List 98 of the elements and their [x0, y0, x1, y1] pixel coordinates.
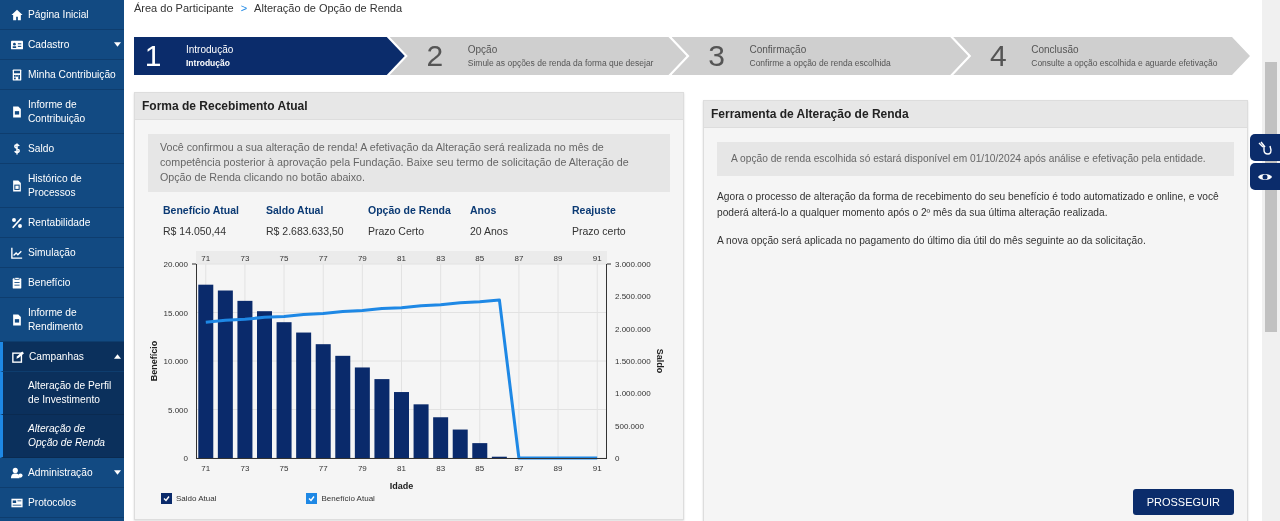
wizard-step[interactable]: 1 Introdução Introdução: [134, 37, 405, 75]
axis-tick-label: 3.000.000: [615, 260, 651, 269]
axis-tick-label: 71: [201, 254, 211, 263]
sidebar-item[interactable]: Página Inicial: [0, 0, 124, 30]
axis-tick-label: 77: [318, 464, 328, 473]
axis-tick-label: 0: [615, 454, 620, 463]
document-icon: [11, 105, 23, 118]
axis-tick-label: 15.000: [163, 308, 188, 318]
axis-tick-label: 89: [553, 464, 563, 473]
column-header: Anos: [470, 204, 498, 216]
sidebar-item[interactable]: Protocolos: [0, 488, 124, 518]
info-message: A opção de renda escolhida só estará disponível em 01/10/2024 após análise e efetivação pela entidade.: [717, 142, 1234, 176]
sidebar-item[interactable]: Histórico de Processos: [0, 164, 124, 208]
visibility-button[interactable]: [1250, 163, 1280, 190]
bar: [472, 443, 488, 458]
axis-tick-label: 20.000: [163, 260, 188, 269]
table-cell-text: R$ 2.683.633,50: [266, 225, 345, 237]
axis-tick-label: 91: [592, 464, 602, 473]
axis-tick-label: 83: [436, 464, 446, 473]
bar: [452, 429, 468, 458]
newspaper-icon: [11, 496, 23, 509]
table-cell-text: R$ 14.050,44: [163, 225, 228, 237]
bar: [413, 404, 429, 458]
axis-tick-label: 89: [553, 254, 563, 263]
sidebar-item[interactable]: Administração: [0, 458, 124, 488]
bar: [433, 417, 449, 458]
percent-icon: [11, 216, 23, 229]
axis-title: Idade: [389, 481, 414, 491]
axis-tick-label: 10.000: [163, 357, 188, 366]
legend-checkbox[interactable]: [161, 493, 172, 504]
axis-tick-label: 2.500.000: [615, 292, 651, 302]
axis-tick-label: 2.000.000: [615, 324, 651, 334]
axis-title: Benefício: [149, 340, 159, 382]
submenu-item[interactable]: Alteração de Opção de Renda: [0, 415, 124, 458]
document-icon: [11, 313, 23, 326]
axis-tick-label: 85: [475, 254, 485, 263]
line-chart-icon: [11, 246, 23, 259]
axis-tick-label: 75: [279, 254, 289, 263]
column-header: Benefício Atual: [163, 204, 241, 216]
card-title: Forma de Recebimento Atual: [135, 93, 683, 120]
axis-tick-label: 87: [514, 254, 524, 263]
paragraph: Agora o processo de alteração da forma de recebimento do seu benefício é todo automatizado e online, e você poderá alterá-lo a qualquer momento após o 2º mês da sua última alteração realizada.: [717, 190, 1220, 220]
axis-tick-label: 87: [514, 464, 524, 473]
sign-language-button[interactable]: [1250, 134, 1280, 161]
axis-tick-label: 1.000.000: [615, 389, 651, 399]
legend-label: Benefício Atual: [321, 494, 375, 503]
sidebar-item[interactable]: Campanhas: [0, 342, 124, 372]
breadcrumb-item[interactable]: Área do Participante: [134, 2, 234, 37]
axis-tick-label: 81: [397, 254, 406, 263]
paragraph: A nova opção será aplicada no pagamento do último dia útil do mês seguinte ao da solicitação.: [717, 234, 1147, 248]
home-icon: [11, 8, 23, 21]
axis-tick-label: 71: [201, 464, 211, 473]
axis-tick-label: 5.000: [167, 405, 188, 415]
column-header: Opção de Renda: [368, 204, 452, 216]
axis-tick-label: 77: [318, 254, 328, 263]
sidebar-item[interactable]: Minha Contribuição: [0, 60, 124, 90]
sidebar-item[interactable]: Saldo: [0, 134, 124, 164]
submenu-item[interactable]: Alteração de Perfil de Investimento: [0, 372, 124, 415]
axis-tick-label: 81: [397, 464, 406, 473]
breadcrumb-separator: >: [240, 2, 248, 16]
sidebar-item[interactable]: Cadastro: [0, 30, 124, 60]
bar: [394, 392, 409, 458]
axis-tick-label: 500.000: [615, 421, 644, 431]
document-icon: [11, 179, 23, 192]
calculator-icon: [11, 68, 23, 81]
table-cell-text: Prazo Certo: [368, 225, 426, 237]
axis-tick-label: 75: [279, 464, 289, 473]
axis-tick-label: 73: [240, 464, 250, 473]
breadcrumb-item: Alteração de Opção de Renda: [254, 2, 403, 16]
proceed-button[interactable]: PROSSEGUIR: [1132, 489, 1234, 515]
sidebar-item[interactable]: Simulação: [0, 238, 124, 268]
wizard-step[interactable]: 3 Confirmação Confirme a opção de renda escolhida: [671, 37, 969, 75]
axis-title: Saldo: [655, 348, 665, 374]
card-title: Ferramenta de Alteração de Renda: [704, 101, 1247, 128]
axis-tick-label: 91: [592, 254, 602, 263]
legend-label: Saldo Atual: [176, 494, 217, 503]
table-cell-text: Prazo certo: [572, 225, 627, 237]
id-card-icon: [11, 38, 23, 51]
info-message: Você confirmou a sua alteração de renda! A efetivação da Alteração será realizada no mês de competência posterior à aprovação pela Fundação. Baixe seu termo de solicitação de Alteração de Opção de Renda clicando no botão abaixo.: [148, 134, 670, 192]
sidebar-item[interactable]: Informe de Contribuição: [0, 90, 124, 134]
axis-tick-label: 79: [357, 464, 367, 473]
axis-tick-label: 83: [436, 254, 446, 263]
axis-tick-label: 73: [240, 254, 250, 263]
clipboard-icon: [11, 276, 23, 289]
sidebar-item[interactable]: Rentabilidade: [0, 208, 124, 238]
dollar-icon: [11, 142, 23, 155]
axis-tick-label: 79: [357, 254, 367, 263]
sidebar-item[interactable]: Benefício: [0, 268, 124, 298]
column-header: Reajuste: [572, 204, 617, 216]
column-header: Saldo Atual: [266, 204, 325, 216]
legend-checkbox[interactable]: [306, 493, 318, 504]
axis-tick-label: 85: [475, 464, 485, 473]
axis-tick-label: 1.500.000: [615, 357, 651, 366]
wizard-step[interactable]: 2 Opção Simule as opções de renda da forma que desejar: [389, 37, 687, 75]
axis-tick-label: 0: [183, 454, 188, 463]
wizard-step[interactable]: 4 Conclusão Consulte a opção escolhida e aguarde efetivação: [953, 37, 1250, 75]
table-cell-text: 20 Anos: [470, 225, 509, 237]
edit-icon: [12, 350, 24, 363]
